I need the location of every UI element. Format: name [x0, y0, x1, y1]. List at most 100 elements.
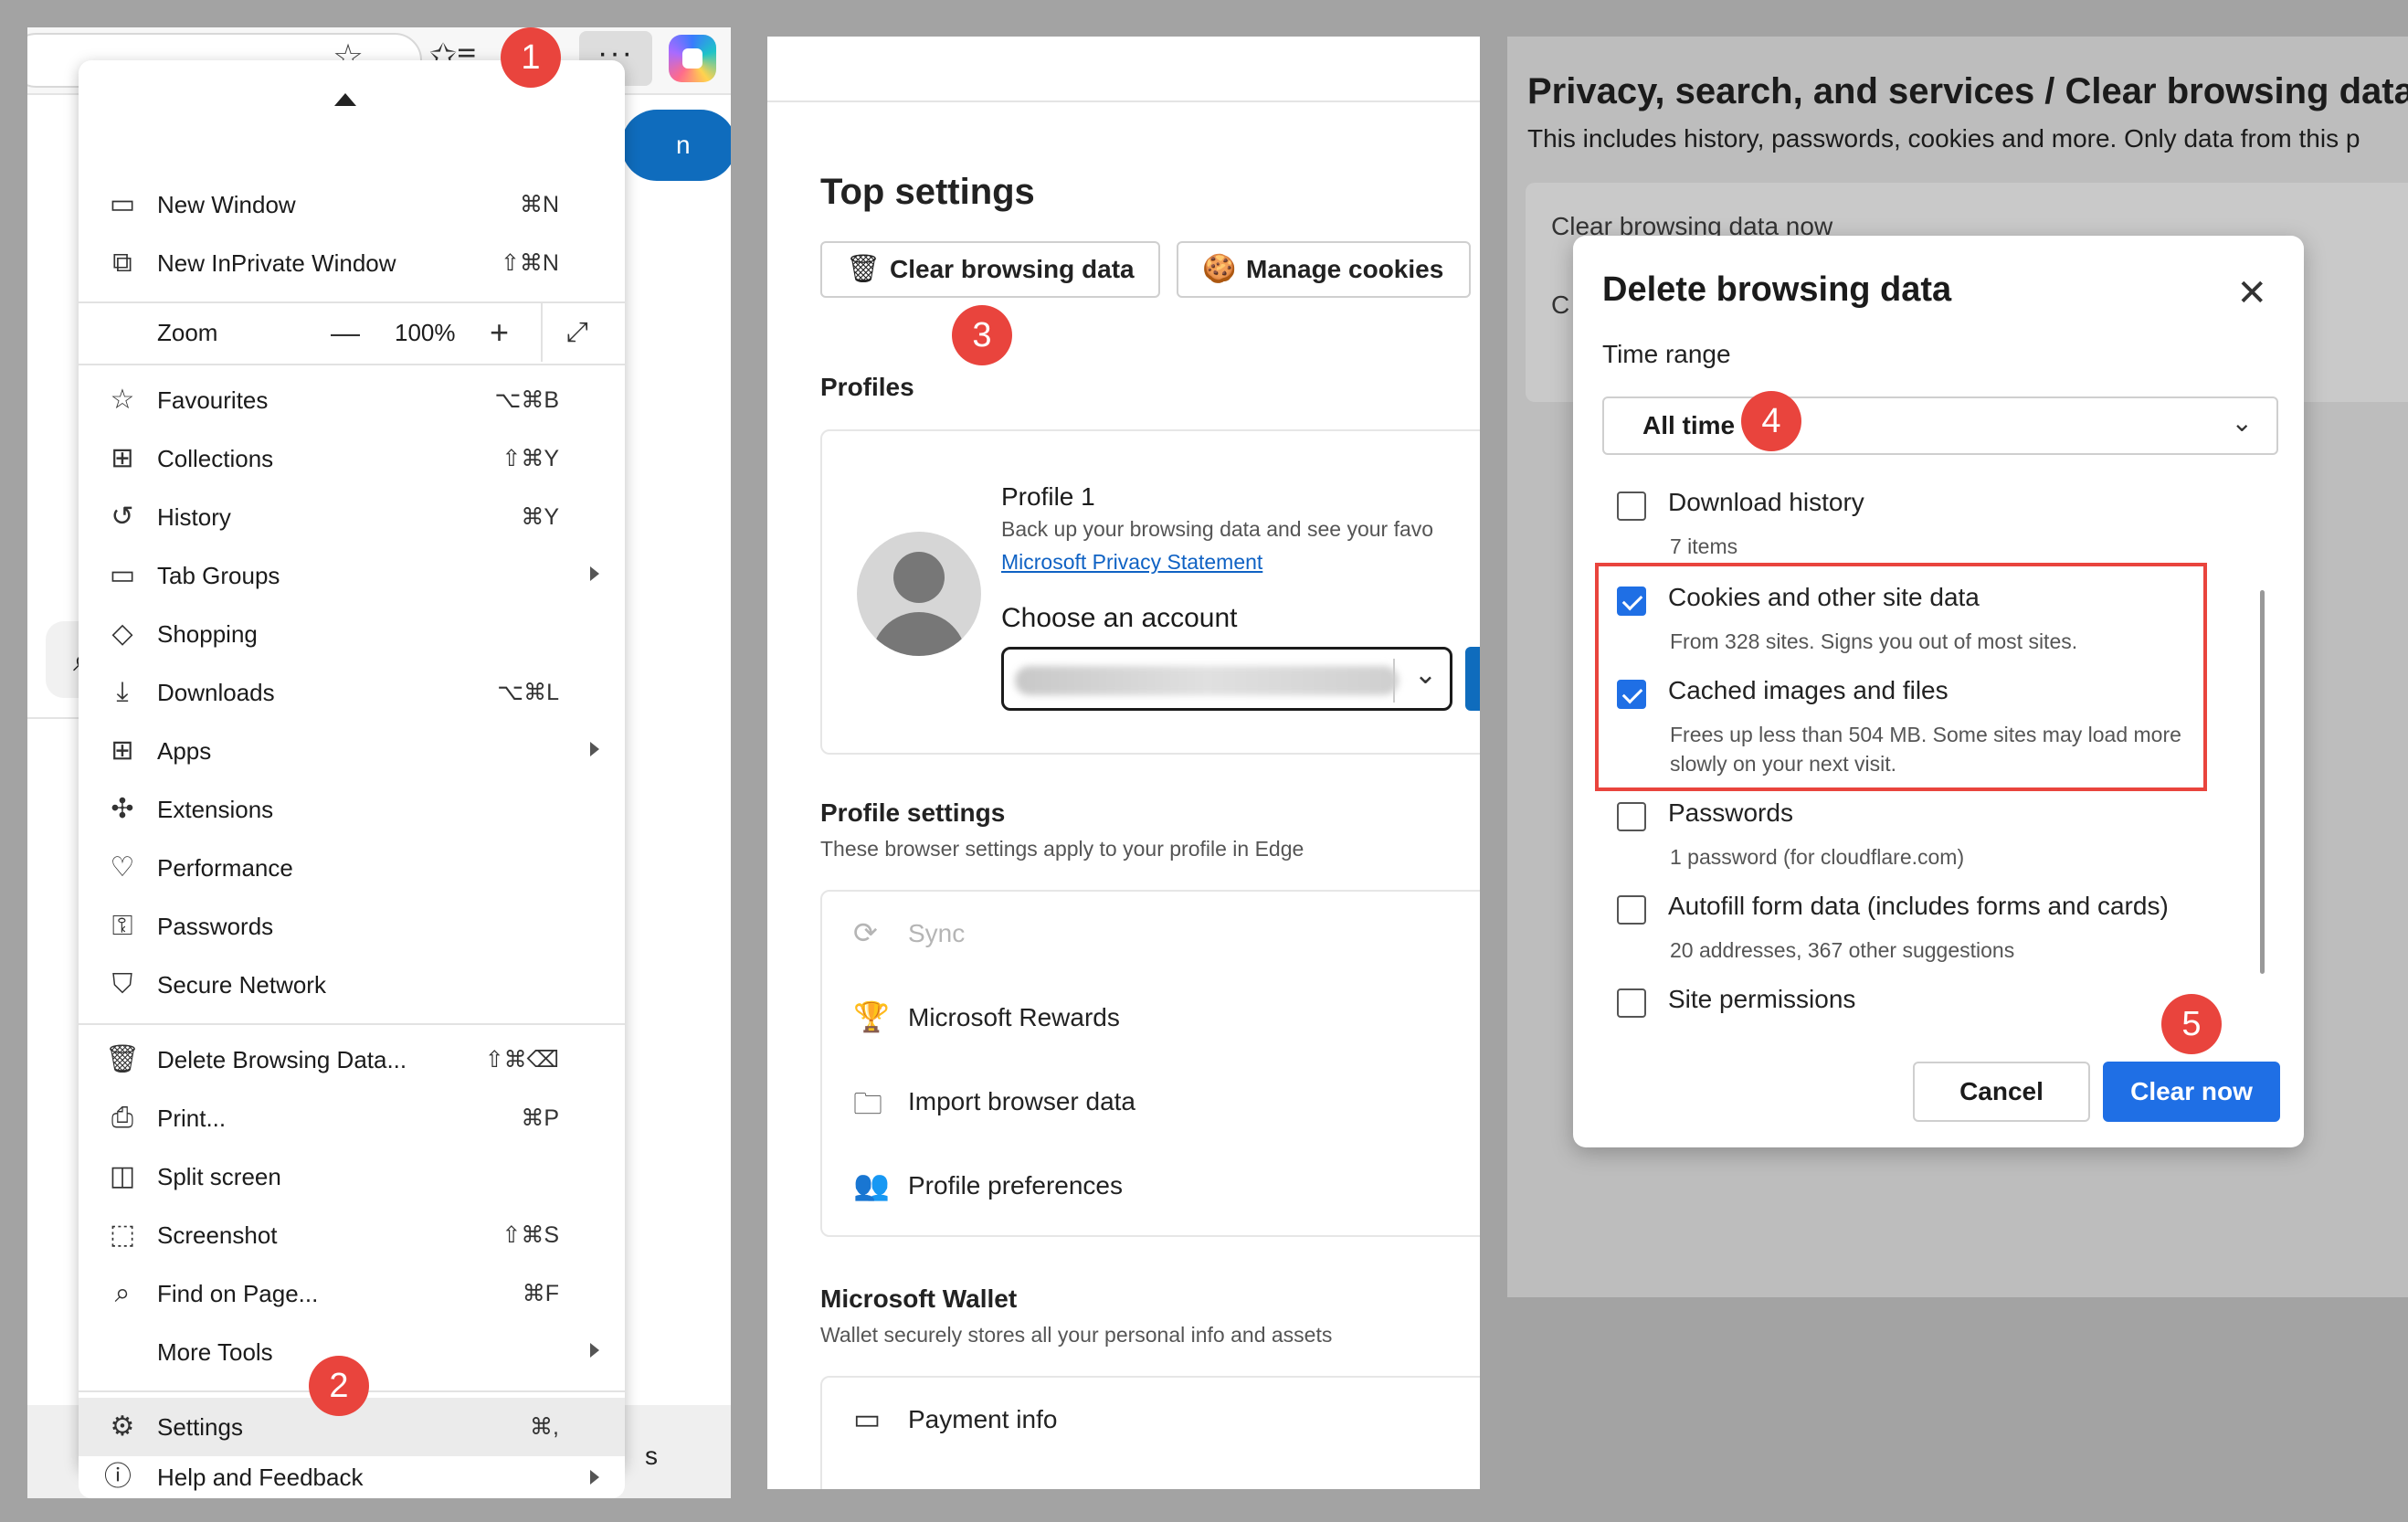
menu-item-history[interactable]: ↺ History ⌘Y — [79, 488, 625, 546]
footer-text: s — [645, 1442, 658, 1470]
menu-item-zoom: Zoom — 100% + ⤢ — [79, 303, 625, 362]
help-icon: ⓘ — [104, 1462, 132, 1492]
menu-item-help-and-feedback[interactable]: ⓘ Help and Feedback — [79, 1456, 625, 1498]
row-label: Profile preferences — [908, 1171, 1124, 1200]
menu-item-label: Tab Groups — [157, 562, 280, 589]
close-icon[interactable]: ✕ — [2236, 272, 2267, 314]
row-label: Microsoft Rewards — [908, 1003, 1120, 1031]
heartbeat-icon: ♡ — [110, 852, 135, 883]
clear-browsing-data-button[interactable]: 🗑 Clear browsing data — [820, 241, 1160, 298]
time-range-value: All time — [1642, 411, 1736, 439]
zoom-out-button[interactable]: — — [331, 303, 360, 362]
manage-cookies-button[interactable]: 🍪 Manage cookies — [1177, 241, 1471, 298]
time-range-label: Time range — [1602, 340, 1731, 368]
settings-row-sync[interactable]: ⟳ Sync — [822, 892, 1480, 976]
find-icon: ⌕ — [114, 1278, 131, 1308]
cookie-icon: 🍪 — [1202, 254, 1237, 284]
redacted-account — [1015, 666, 1399, 695]
menu-item-new-inprivate-window[interactable]: ⧉ New InPrivate Window ⇧⌘N — [79, 234, 625, 292]
checkbox-autofill[interactable] — [1617, 895, 1646, 925]
button-label: Clear browsing data — [890, 255, 1135, 283]
chevron-right-icon — [590, 1470, 599, 1485]
profile-settings-card: ⟳ Sync 🏆 Microsoft Rewards 🗀 Import brow… — [820, 890, 1480, 1237]
option-description: 20 addresses, 367 other suggestions — [1670, 938, 2015, 962]
menu-item-split-screen[interactable]: ◫ Split screen — [79, 1147, 625, 1206]
apps-icon: ⊞ — [111, 735, 134, 766]
profiles-heading: Profiles — [820, 373, 914, 401]
time-range-select[interactable]: All time ⌄ — [1602, 396, 2278, 455]
privacy-statement-link[interactable]: Microsoft Privacy Statement — [1001, 550, 1262, 575]
menu-item-screenshot[interactable]: ⬚ Screenshot ⇧⌘S — [79, 1206, 625, 1264]
menu-item-find-on-page[interactable]: ⌕ Find on Page... ⌘F — [79, 1264, 625, 1323]
option-description: 7 items — [1670, 534, 1738, 558]
checkbox-cookies[interactable] — [1617, 587, 1646, 616]
menu-shortcut: ⌘N — [519, 192, 559, 217]
divider — [541, 303, 543, 362]
menu-item-apps[interactable]: ⊞ Apps — [79, 722, 625, 780]
shopping-tag-icon: ◇ — [111, 618, 133, 649]
card-row[interactable]: C — [1551, 291, 1569, 320]
menu-item-label: Zoom — [157, 319, 218, 346]
settings-row-rewards[interactable]: 🏆 Microsoft Rewards — [822, 976, 1480, 1060]
menu-item-label: Performance — [157, 854, 293, 882]
checkbox-cached-images[interactable] — [1617, 680, 1646, 709]
menu-item-favourites[interactable]: ☆ Favourites ⌥⌘B — [79, 371, 625, 429]
scrollbar[interactable] — [2260, 590, 2265, 974]
menu-item-collections[interactable]: ⊞ Collections ⇧⌘Y — [79, 429, 625, 488]
menu-item-passwords[interactable]: ⚿ Passwords — [79, 897, 625, 956]
history-icon: ↺ — [111, 502, 134, 532]
key-icon: ⚿ — [111, 911, 133, 941]
option-description: From 328 sites. Signs you out of most si… — [1670, 629, 2078, 653]
sign-in-button[interactable]: n — [621, 110, 731, 181]
option-description: Frees up less than 504 MB. Some sites ma… — [1670, 723, 2181, 776]
menu-item-shopping[interactable]: ◇ Shopping — [79, 605, 625, 663]
menu-item-label: Shopping — [157, 620, 258, 648]
option-label: Autofill form data (includes forms and c… — [1668, 892, 2169, 920]
settings-row-import[interactable]: 🗀 Import browser data — [822, 1060, 1480, 1144]
menu-item-extensions[interactable]: ✣ Extensions — [79, 780, 625, 839]
menu-item-print[interactable]: ⎙ Print... ⌘P — [79, 1089, 625, 1147]
checkbox-site-permissions[interactable] — [1617, 988, 1646, 1018]
trophy-icon: 🏆 — [853, 1000, 890, 1033]
option-label: Cookies and other site data — [1668, 583, 1980, 611]
fullscreen-icon[interactable]: ⤢ — [566, 303, 588, 362]
menu-item-label: Collections — [157, 445, 274, 472]
split-screen-icon: ◫ — [109, 1161, 136, 1191]
menu-item-new-window[interactable]: ▭ New Window ⌘N — [79, 175, 625, 234]
menu-item-label: More Tools — [157, 1338, 273, 1366]
settings-row-profile-preferences[interactable]: 👥 Profile preferences — [822, 1144, 1480, 1228]
zoom-level: 100% — [395, 319, 456, 346]
menu-divider — [79, 364, 625, 365]
chevron-down-icon: ⌄ — [1413, 660, 1437, 690]
clear-now-button[interactable]: Clear now — [2103, 1062, 2280, 1122]
wallet-card: ▭ Payment info — [820, 1376, 1480, 1489]
menu-item-label: Delete Browsing Data... — [157, 1046, 407, 1073]
menu-item-tab-groups[interactable]: ▭ Tab Groups — [79, 546, 625, 605]
sign-in-button[interactable] — [1465, 647, 1480, 711]
settings-row-payment-info[interactable]: ▭ Payment info — [822, 1378, 1480, 1462]
trash-icon: 🗑 — [104, 1044, 141, 1074]
checkbox-passwords[interactable] — [1617, 802, 1646, 831]
menu-item-downloads[interactable]: ⤓ Downloads ⌥⌘L — [79, 663, 625, 722]
cancel-button[interactable]: Cancel — [1913, 1062, 2090, 1122]
credit-card-icon: ▭ — [853, 1402, 882, 1435]
zoom-in-button[interactable]: + — [490, 303, 509, 362]
menu-item-label: New InPrivate Window — [157, 249, 396, 277]
checkbox-download-history[interactable] — [1617, 491, 1646, 521]
menu-item-label: New Window — [157, 191, 296, 218]
menu-item-delete-browsing-data[interactable]: 🗑 Delete Browsing Data... ⇧⌘⌫ — [79, 1031, 625, 1089]
account-select[interactable]: ⌄ — [1001, 647, 1452, 711]
profile-settings-heading: Profile settings — [820, 798, 1006, 827]
copilot-icon[interactable] — [669, 35, 716, 82]
window-icon: ▭ — [109, 189, 136, 219]
download-icon: ⤓ — [116, 677, 129, 707]
chevron-right-icon — [590, 1343, 599, 1358]
menu-item-performance[interactable]: ♡ Performance — [79, 839, 625, 897]
wallet-subtitle: Wallet securely stores all your personal… — [820, 1323, 1333, 1347]
avatar — [857, 532, 981, 656]
menu-item-secure-network[interactable]: ⛉ Secure Network — [79, 956, 625, 1014]
screenshot-icon: ⬚ — [109, 1220, 136, 1250]
chevron-right-icon — [590, 742, 599, 756]
menu-shortcut: ⌘F — [522, 1281, 559, 1306]
page-subtitle: This includes history, passwords, cookie… — [1527, 124, 2360, 153]
